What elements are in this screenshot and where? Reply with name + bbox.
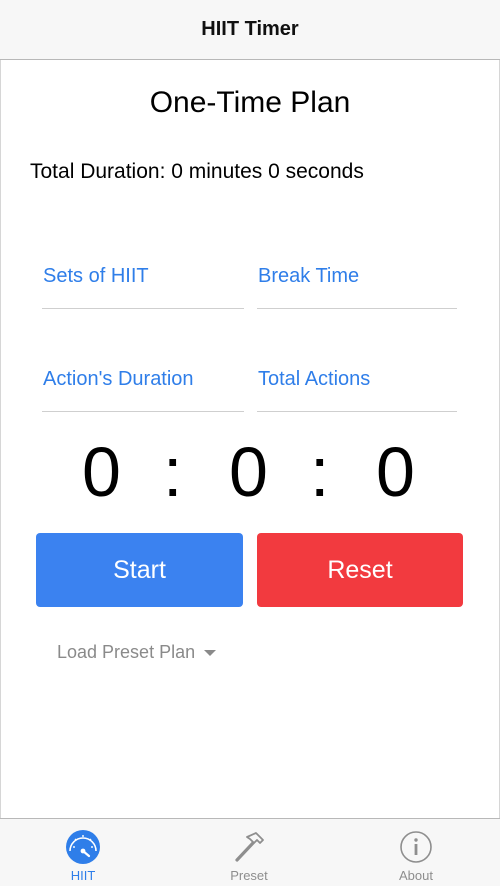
navbar-title: HIIT Timer xyxy=(201,18,299,40)
tab-preset[interactable]: Preset xyxy=(166,819,332,886)
timer-separator: : xyxy=(310,433,330,511)
sets-of-hiit-input[interactable] xyxy=(42,265,244,308)
break-time-field[interactable]: Break Time xyxy=(257,265,457,309)
total-actions-input[interactable] xyxy=(257,368,457,411)
hammer-icon xyxy=(230,828,268,866)
total-duration-text: Total Duration: 0 minutes 0 seconds xyxy=(30,160,364,183)
load-preset-dropdown[interactable]: Load Preset Plan xyxy=(57,640,217,664)
tab-about-label: About xyxy=(399,868,433,883)
timer-display: 0 : 0 : 0 xyxy=(0,430,500,514)
timer-seconds: 0 xyxy=(229,433,268,511)
tab-hiit-label: HIIT xyxy=(70,868,96,883)
tab-bar: HIIT Preset About xyxy=(0,818,500,886)
timer-fraction: 0 xyxy=(376,433,415,511)
tab-about[interactable]: About xyxy=(332,819,500,886)
break-time-input[interactable] xyxy=(257,265,457,308)
actions-duration-field[interactable]: Action's Duration xyxy=(42,368,244,412)
speedometer-icon xyxy=(64,828,102,866)
navigation-bar: HIIT Timer xyxy=(0,0,500,60)
sets-of-hiit-field[interactable]: Sets of HIIT xyxy=(42,265,244,309)
tab-hiit[interactable]: HIIT xyxy=(0,819,166,886)
info-icon xyxy=(397,828,435,866)
reset-button[interactable]: Reset xyxy=(257,533,463,607)
start-button[interactable]: Start xyxy=(36,533,243,607)
tab-preset-label: Preset xyxy=(230,868,268,883)
plan-title: One-Time Plan xyxy=(149,86,351,119)
timer-minutes: 0 xyxy=(82,433,121,511)
total-actions-field[interactable]: Total Actions xyxy=(257,368,457,412)
caret-down-icon xyxy=(204,650,217,656)
load-preset-label: Load Preset Plan xyxy=(57,641,196,662)
timer-separator: : xyxy=(163,433,183,511)
actions-duration-input[interactable] xyxy=(42,368,244,411)
